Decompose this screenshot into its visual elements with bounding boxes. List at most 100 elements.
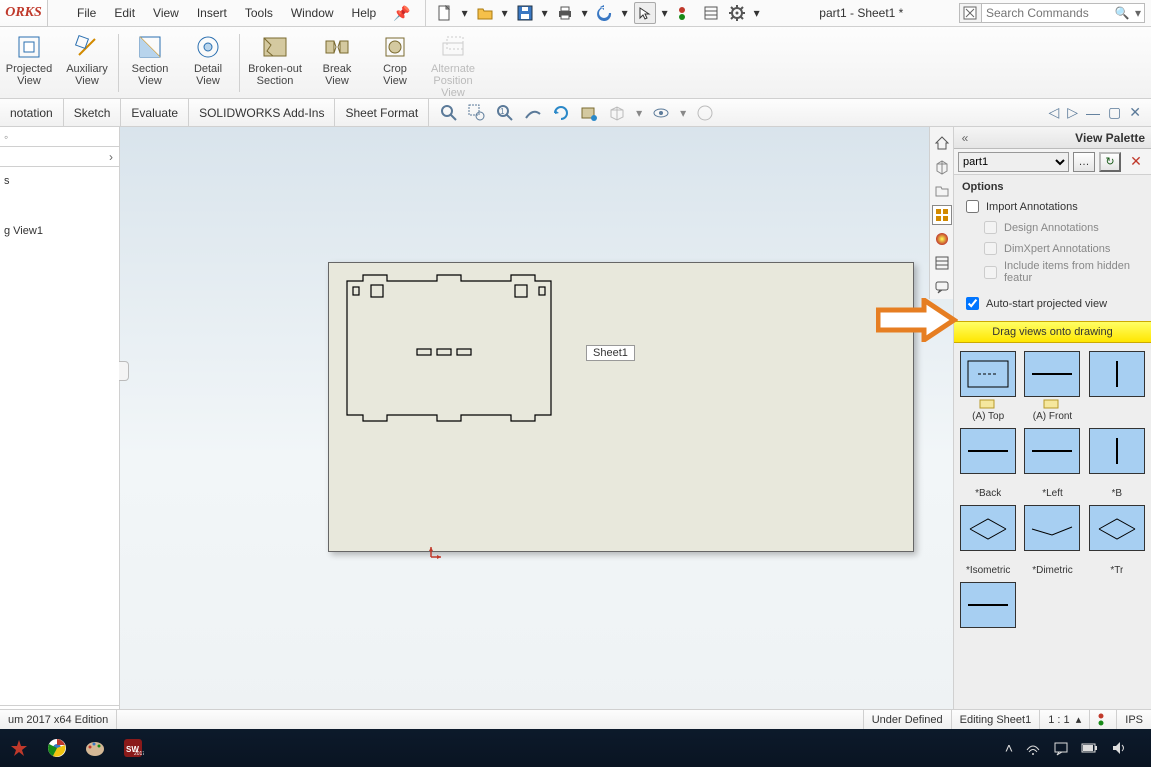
custom-props-icon[interactable]	[932, 253, 952, 273]
feature-manager-tabs[interactable]: ◦	[0, 127, 119, 147]
chevron-down-icon[interactable]: ▾	[1132, 6, 1144, 20]
taskbar-solidworks[interactable]: SW2017	[114, 729, 152, 767]
chevron-down-icon[interactable]: ▾	[620, 2, 630, 24]
rebuild-icon[interactable]	[674, 2, 696, 24]
refresh-button[interactable]: ↻	[1099, 152, 1121, 172]
menu-file[interactable]: File	[68, 0, 105, 26]
maximize-icon[interactable]: ▢	[1108, 104, 1121, 121]
options-icon[interactable]	[726, 2, 748, 24]
prev-view-icon[interactable]: 1	[495, 103, 515, 123]
section-view-icon[interactable]	[523, 103, 543, 123]
search-icon[interactable]: 🔍	[1112, 6, 1132, 20]
tab-sketch[interactable]: Sketch	[64, 99, 122, 126]
palette-part-select[interactable]: part1	[958, 152, 1069, 172]
wifi-icon[interactable]	[1025, 740, 1041, 756]
menu-window[interactable]: Window	[282, 0, 343, 26]
zoom-fit-icon[interactable]	[439, 103, 459, 123]
menu-tools[interactable]: Tools	[236, 0, 282, 26]
print-icon[interactable]	[554, 2, 576, 24]
chevron-down-icon[interactable]: ▾	[679, 103, 687, 123]
chevron-down-icon[interactable]: ▾	[500, 2, 510, 24]
action-center-icon[interactable]	[1053, 740, 1069, 756]
tab-addins[interactable]: SOLIDWORKS Add-Ins	[189, 99, 335, 126]
open-icon[interactable]	[474, 2, 496, 24]
minimize-icon[interactable]: —	[1086, 105, 1100, 121]
next-doc-icon[interactable]: ▷	[1067, 104, 1078, 121]
battery-icon[interactable]	[1081, 742, 1099, 754]
command-search[interactable]: 🔍 ▾	[959, 3, 1145, 23]
design-library-icon[interactable]	[932, 157, 952, 177]
view-thumb[interactable]: *Isometric	[958, 505, 1018, 576]
browse-button[interactable]: …	[1073, 152, 1095, 172]
file-explorer-icon[interactable]	[932, 181, 952, 201]
view-thumb[interactable]: *Dimetric	[1022, 505, 1082, 576]
view-thumb[interactable]: *B	[1087, 428, 1147, 499]
hide-show-icon[interactable]	[651, 103, 671, 123]
section-view-button[interactable]: Section View	[121, 27, 179, 99]
appearance-icon[interactable]	[695, 103, 715, 123]
search-input[interactable]	[982, 6, 1112, 20]
drawing-sheet[interactable]	[328, 262, 914, 552]
close-icon[interactable]: ✕	[1129, 104, 1141, 121]
view-thumb[interactable]: (A) Front	[1022, 351, 1082, 422]
collapse-tree-icon[interactable]	[119, 361, 129, 381]
home-icon[interactable]	[932, 133, 952, 153]
projected-view-button[interactable]: Projected View	[0, 27, 58, 99]
search-target-icon[interactable]	[960, 4, 982, 22]
auto-start-projected-checkbox[interactable]: Auto-start projected view	[962, 294, 1143, 313]
tab-evaluate[interactable]: Evaluate	[121, 99, 189, 126]
tree-item[interactable]: g View1	[4, 221, 115, 241]
menu-view[interactable]: View	[144, 0, 188, 26]
appearances-icon[interactable]	[932, 229, 952, 249]
display-style-icon[interactable]	[579, 103, 599, 123]
view-thumb[interactable]: (A) Top	[958, 351, 1018, 422]
auxiliary-view-button[interactable]: Auxiliary View	[58, 27, 116, 99]
undo-icon[interactable]	[594, 2, 616, 24]
tab-annotation[interactable]: notation	[0, 99, 64, 126]
cancel-button[interactable]: ✕	[1125, 152, 1147, 172]
drawing-canvas[interactable]: Sheet1	[120, 127, 953, 729]
prev-doc-icon[interactable]: ◁	[1048, 104, 1059, 121]
menu-help[interactable]: Help	[343, 0, 386, 26]
volume-icon[interactable]	[1111, 740, 1127, 756]
zoom-area-icon[interactable]	[467, 103, 487, 123]
crop-view-button[interactable]: Crop View	[366, 27, 424, 99]
taskbar-app-1[interactable]	[0, 729, 38, 767]
view-orient-icon[interactable]	[551, 103, 571, 123]
cube-icon[interactable]	[607, 103, 627, 123]
menu-insert[interactable]: Insert	[188, 0, 236, 26]
chevron-down-icon[interactable]: ▾	[660, 2, 670, 24]
chevron-down-icon[interactable]: ▾	[540, 2, 550, 24]
status-lock-icon[interactable]	[1089, 710, 1116, 729]
save-icon[interactable]	[514, 2, 536, 24]
chevron-down-icon[interactable]: ▾	[752, 2, 762, 24]
chevron-down-icon[interactable]: ▾	[635, 103, 643, 123]
view-thumb[interactable]: *Tr	[1087, 505, 1147, 576]
tab-sheet-format[interactable]: Sheet Format	[335, 99, 429, 126]
view-thumb[interactable]	[958, 582, 1018, 642]
file-props-icon[interactable]	[700, 2, 722, 24]
status-units[interactable]: IPS	[1116, 710, 1151, 729]
expand-panel-icon[interactable]: ›	[0, 147, 119, 167]
view-thumb[interactable]	[1087, 351, 1147, 422]
chevron-down-icon[interactable]: ▾	[460, 2, 470, 24]
taskbar-paint[interactable]	[76, 729, 114, 767]
taskbar-chrome[interactable]	[38, 729, 76, 767]
import-annotations-checkbox[interactable]: Import Annotations	[962, 197, 1143, 216]
tray-expand-icon[interactable]: ˄	[1005, 740, 1013, 756]
status-zoom[interactable]: 1 : 1 ▴	[1039, 710, 1089, 729]
collapse-palette-icon[interactable]: «	[954, 131, 976, 145]
pin-icon[interactable]: 📌	[385, 5, 418, 22]
view-thumb[interactable]: *Back	[958, 428, 1018, 499]
forum-icon[interactable]	[932, 277, 952, 297]
broken-out-section-button[interactable]: Broken-out Section	[242, 27, 308, 99]
new-icon[interactable]	[434, 2, 456, 24]
break-view-button[interactable]: Break View	[308, 27, 366, 99]
detail-view-button[interactable]: Detail View	[179, 27, 237, 99]
view-palette-icon[interactable]	[932, 205, 952, 225]
chevron-down-icon[interactable]: ▾	[580, 2, 590, 24]
menu-edit[interactable]: Edit	[105, 0, 144, 26]
tree-item[interactable]: s	[4, 171, 115, 191]
select-icon[interactable]	[634, 2, 656, 24]
view-thumb[interactable]: *Left	[1022, 428, 1082, 499]
